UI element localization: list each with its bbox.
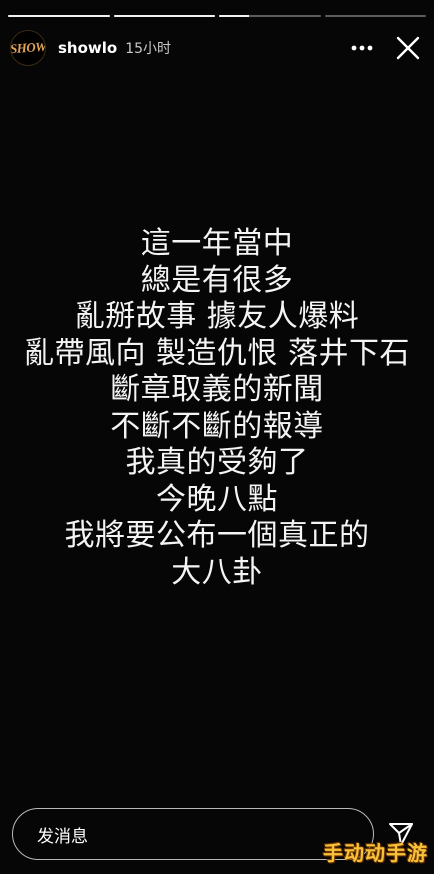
story-line: 總是有很多 [140, 262, 294, 298]
avatar-logo: SHOW [10, 38, 46, 57]
reply-placeholder: 发消息 [37, 826, 88, 847]
username[interactable]: showlo [58, 39, 117, 57]
story-line: 我將要公布一個真正的 [64, 518, 370, 553]
progress-segment [113, 15, 215, 17]
story-line: 今晚八點 [156, 481, 278, 517]
progress-segment [8, 15, 110, 17]
close-icon [396, 36, 420, 60]
story-header: SHOW showlo 15小时 [10, 28, 424, 68]
story-text: 這一年當中 總是有很多 亂掰故事 據友人爆料 亂帶風向 製造仇恨 落井下石 斷章… [0, 226, 434, 591]
progress-segment [324, 15, 426, 17]
story-progress [8, 15, 426, 17]
story-screen: SHOW showlo 15小时 這一年當中 總是有很多 亂掰故事 據友人爆料 … [0, 0, 434, 874]
story-line: 大八卦 [171, 554, 263, 590]
reply-input[interactable]: 发消息 [12, 808, 374, 860]
progress-fill [219, 15, 250, 17]
story-line: 亂掰故事 據友人爆料 [74, 299, 360, 334]
close-button[interactable] [392, 32, 424, 64]
more-horizontal-icon [351, 45, 373, 51]
story-line: 我真的受夠了 [125, 445, 309, 480]
watermark: 手动动手游 [323, 841, 428, 865]
progress-fill [113, 15, 215, 17]
more-options-button[interactable] [346, 32, 378, 64]
timestamp: 15小时 [125, 41, 172, 57]
progress-segment [219, 15, 321, 17]
story-line: 斷章取義的新聞 [110, 372, 324, 407]
story-line: 亂帶風向 製造仇恨 落井下石 [23, 335, 411, 371]
avatar[interactable]: SHOW [10, 30, 46, 66]
progress-fill [8, 15, 110, 17]
story-line: 這一年當中 [140, 226, 294, 261]
story-line: 不斷不斷的報導 [110, 408, 324, 444]
